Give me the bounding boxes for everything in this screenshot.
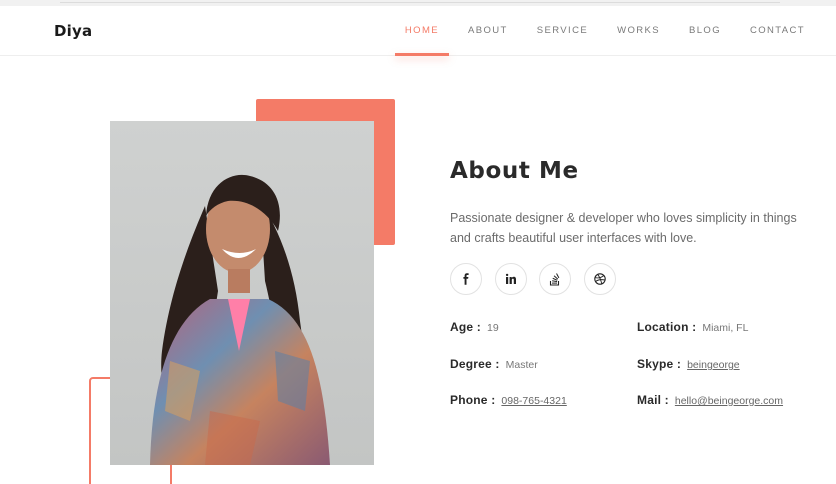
about-description: Passionate designer & developer who love… xyxy=(450,211,797,245)
dribbble-icon xyxy=(593,273,606,285)
nav-item-works[interactable]: WORKS xyxy=(607,6,670,56)
degree-value: Master xyxy=(505,359,538,371)
nav-item-about[interactable]: ABOUT xyxy=(458,6,518,56)
profile-photo xyxy=(110,121,374,465)
location-value: Miami, FL xyxy=(702,322,749,334)
info-degree: Degree : Master xyxy=(450,357,538,371)
stackoverflow-icon xyxy=(549,272,560,286)
nav-item-service[interactable]: SERVICE xyxy=(527,6,598,56)
age-value: 19 xyxy=(487,322,499,334)
nav-item-home[interactable]: HOME xyxy=(394,6,450,56)
mail-label: Mail : xyxy=(637,393,669,407)
social-links xyxy=(450,263,628,295)
main-nav: HOME ABOUT SERVICE WORKS BLOG CONTACT xyxy=(386,6,815,56)
about-title: About Me xyxy=(450,158,579,184)
navbar: Diya HOME ABOUT SERVICE WORKS BLOG CONTA… xyxy=(0,6,836,56)
info-location: Location : Miami, FL xyxy=(637,320,748,334)
portrait-illustration xyxy=(110,121,374,465)
mail-link[interactable]: hello@beingeorge.com xyxy=(675,395,783,407)
stackoverflow-link[interactable] xyxy=(539,263,571,295)
dribbble-link[interactable] xyxy=(583,263,616,295)
phone-link[interactable]: 098-765-4321 xyxy=(501,395,566,407)
info-mail: Mail : hello@beingeorge.com xyxy=(637,393,783,407)
facebook-icon xyxy=(463,273,469,285)
info-phone: Phone : 098-765-4321 xyxy=(450,393,567,407)
info-age: Age : 19 xyxy=(450,320,499,334)
info-skype: Skype : beingeorge xyxy=(637,357,740,371)
brand-logo[interactable]: Diya xyxy=(54,22,92,40)
age-label: Age : xyxy=(450,320,481,334)
linkedin-icon xyxy=(505,273,516,284)
degree-label: Degree : xyxy=(450,357,500,371)
facebook-link[interactable] xyxy=(450,263,482,295)
location-label: Location : xyxy=(637,320,697,334)
skype-link[interactable]: beingeorge xyxy=(687,359,740,371)
top-divider xyxy=(60,2,780,3)
skype-label: Skype : xyxy=(637,357,682,371)
linkedin-link[interactable] xyxy=(494,263,527,295)
nav-item-blog[interactable]: BLOG xyxy=(679,6,731,56)
phone-label: Phone : xyxy=(450,393,496,407)
nav-item-contact[interactable]: CONTACT xyxy=(740,6,815,56)
